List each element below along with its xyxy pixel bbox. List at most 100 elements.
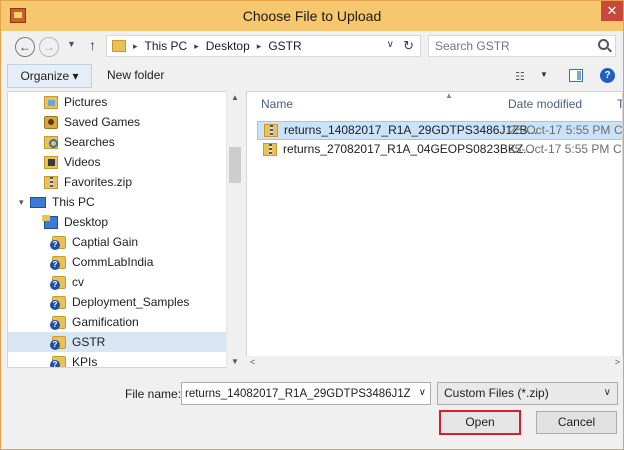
file-dialog-window: Choose File to Upload ✕ ← → ▼ ↑ ▸ This P… (0, 0, 624, 450)
file-list-horizontal-scrollbar[interactable]: < > (246, 356, 623, 370)
file-type-filter-value: Custom Files (*.zip) (444, 386, 549, 400)
search-input[interactable] (435, 38, 585, 54)
breadcrumb-separator: ▸ (133, 41, 138, 51)
tree-item-label: Saved Games (64, 115, 141, 129)
file-name-combobox[interactable]: ∨ (181, 382, 431, 405)
breadcrumb-desktop[interactable]: Desktop (203, 36, 253, 56)
file-name: returns_27082017_R1A_04GEOPS0823BKZ... (283, 142, 534, 156)
tree-item-searches[interactable]: Searches (44, 132, 115, 152)
organize-button[interactable]: Organize ▾ (7, 64, 92, 88)
column-header-type[interactable]: T (617, 92, 622, 116)
tree-item-label: Videos (64, 155, 101, 169)
tree-item-captial-gain[interactable]: Captial Gain (50, 232, 139, 252)
scroll-down-icon[interactable]: ▼ (231, 357, 239, 366)
breadcrumb-separator: ▸ (194, 41, 199, 51)
tree-item-desktop[interactable]: Desktop (42, 212, 109, 232)
scroll-left-icon[interactable]: < (250, 357, 255, 367)
search-icon[interactable] (598, 39, 609, 50)
videos-icon (44, 155, 58, 169)
zip-file-icon (263, 143, 277, 156)
file-type: C (614, 123, 623, 137)
expand-this-pc-chevron-icon[interactable]: ▾ (19, 197, 24, 208)
file-type-filter-select[interactable]: Custom Files (*.zip) ∨ (437, 382, 618, 405)
refresh-icon[interactable]: ↻ (403, 38, 414, 54)
column-header-date-modified[interactable]: Date modified (508, 92, 582, 116)
desktop-icon (42, 214, 58, 229)
tree-item-label: GSTR (72, 335, 106, 349)
breadcrumb: ▸ This PC ▸ Desktop ▸ GSTR (129, 36, 305, 56)
shared-folder-icon (50, 235, 66, 250)
scroll-right-icon[interactable]: > (615, 357, 620, 367)
file-row[interactable]: returns_14082017_R1A_29GDTPS3486J1ZB... … (257, 121, 623, 140)
tree-item-this-pc[interactable]: This PC (30, 192, 95, 212)
preview-pane-icon[interactable] (569, 69, 583, 82)
open-button[interactable]: Open (439, 410, 521, 435)
tree-item-deployment-samples[interactable]: Deployment_Samples (50, 292, 190, 312)
computer-icon (30, 196, 46, 208)
forward-button[interactable]: → (39, 37, 59, 57)
close-button[interactable]: ✕ (601, 1, 623, 21)
tree-item-label: Gamification (72, 315, 139, 329)
new-folder-button[interactable]: New folder (107, 64, 164, 88)
cancel-button[interactable]: Cancel (536, 411, 617, 434)
shared-folder-icon (50, 355, 66, 367)
title-bar[interactable]: Choose File to Upload ✕ (1, 1, 623, 31)
command-bar: Organize ▾ New folder ☷ ▼ ? (1, 63, 623, 89)
breadcrumb-this-pc[interactable]: This PC (142, 36, 191, 56)
tree-scrollbar[interactable]: ▲ ▼ (226, 91, 243, 368)
column-header-name[interactable]: Name (261, 92, 293, 116)
pictures-icon (44, 95, 58, 109)
chevron-down-icon[interactable]: ∨ (604, 387, 611, 398)
tree-item-commlabindia[interactable]: CommLabIndia (50, 252, 153, 272)
tree-item-cv[interactable]: cv (50, 272, 84, 292)
tree-item-pictures[interactable]: Pictures (44, 92, 107, 112)
tree-item-videos[interactable]: Videos (44, 152, 100, 172)
file-name: returns_14082017_R1A_29GDTPS3486J1ZB... (284, 123, 538, 137)
tree-item-label: Deployment_Samples (72, 295, 190, 309)
tree-item-label: Favorites.zip (64, 175, 133, 189)
up-button[interactable]: ↑ (89, 37, 96, 53)
zip-folder-icon (44, 175, 58, 189)
change-view-icon[interactable]: ☷ (515, 70, 525, 83)
navigation-bar: ← → ▼ ↑ ▸ This PC ▸ Desktop ▸ GSTR ∨ ↻ (1, 31, 623, 61)
search-box[interactable] (428, 35, 616, 57)
file-type: C (613, 142, 622, 156)
back-button[interactable]: ← (15, 37, 35, 57)
tree-item-label: Searches (64, 135, 115, 149)
tree-item-favorites-zip[interactable]: Favorites.zip (44, 172, 132, 192)
chevron-down-icon[interactable]: ∨ (419, 387, 426, 398)
navigation-tree: Pictures Saved Games Searches Videos Fav… (7, 91, 243, 368)
help-icon[interactable]: ? (600, 68, 615, 83)
tree-item-gamification[interactable]: Gamification (50, 312, 139, 332)
file-row[interactable]: returns_27082017_R1A_04GEOPS0823BKZ... 2… (257, 141, 622, 160)
file-name-input[interactable] (185, 385, 410, 402)
tree-item-gstr[interactable]: GSTR (8, 332, 227, 352)
breadcrumb-separator: ▸ (256, 41, 262, 51)
tree-item-saved-games[interactable]: Saved Games (44, 112, 140, 132)
tree-item-label: KPIs (72, 355, 98, 368)
shared-folder-icon (50, 335, 66, 350)
window-title: Choose File to Upload (242, 8, 382, 24)
view-options-chevron-icon[interactable]: ▼ (540, 70, 548, 79)
tree-item-kpis[interactable]: KPIs (50, 352, 98, 368)
file-date: 25-Oct-17 5:55 PM (509, 123, 611, 137)
tree-item-label: This PC (52, 195, 95, 209)
shared-folder-icon (50, 295, 66, 310)
shared-folder-icon (50, 255, 66, 270)
scrollbar-thumb[interactable] (229, 147, 241, 183)
shared-folder-icon (50, 275, 66, 290)
file-name-label: File name: (125, 387, 182, 401)
tree-item-label: cv (72, 275, 84, 289)
tree-item-label: Desktop (64, 215, 109, 229)
sort-ascending-icon: ▲ (445, 91, 453, 100)
zip-file-icon (264, 124, 278, 137)
tree-item-label: Captial Gain (72, 235, 139, 249)
file-list: Name ▲ Date modified T returns_14082017_… (246, 91, 623, 368)
recent-locations-chevron-icon[interactable]: ▼ (67, 39, 76, 49)
breadcrumb-gstr[interactable]: GSTR (265, 36, 304, 56)
address-dropdown-icon[interactable]: ∨ (387, 39, 394, 50)
address-bar[interactable]: ▸ This PC ▸ Desktop ▸ GSTR ∨ ↻ (106, 35, 421, 57)
file-date: 25-Oct-17 5:55 PM (508, 142, 610, 156)
scroll-up-icon[interactable]: ▲ (231, 93, 239, 102)
tree-item-label: Pictures (64, 95, 108, 109)
